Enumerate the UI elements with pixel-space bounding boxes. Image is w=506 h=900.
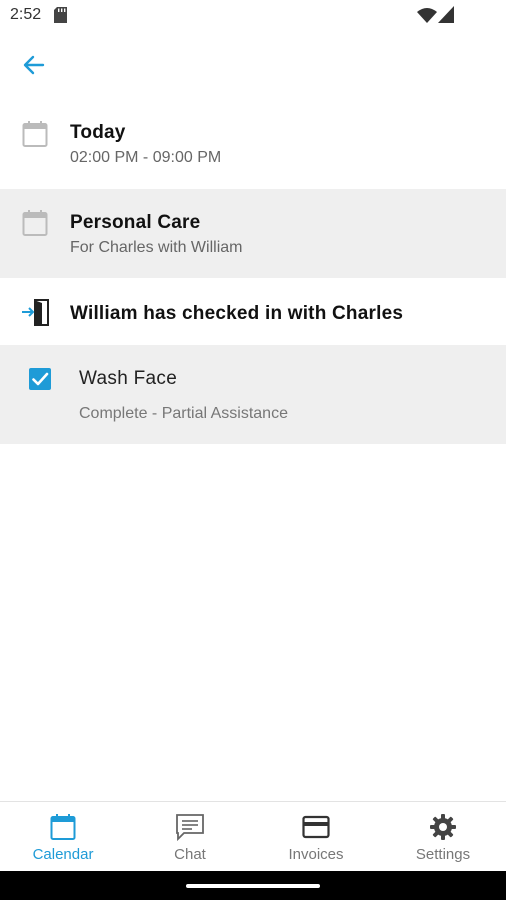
nav-item-invoices[interactable]: Invoices <box>253 802 379 872</box>
calendar-icon <box>22 210 48 236</box>
credit-card-icon <box>302 815 330 839</box>
sd-card-icon <box>54 7 67 23</box>
signal-icon <box>438 6 454 23</box>
nav-item-settings[interactable]: Settings <box>380 802 506 872</box>
calendar-icon <box>22 121 48 147</box>
gesture-bar <box>0 871 506 900</box>
checkmark-icon <box>32 372 49 386</box>
nav-item-chat[interactable]: Chat <box>127 802 253 872</box>
back-button[interactable] <box>18 49 50 81</box>
checkin-text: William has checked in with Charles <box>70 303 404 324</box>
nav-item-calendar[interactable]: Calendar <box>0 802 126 872</box>
schedule-title: Today <box>70 122 126 143</box>
schedule-row: Today 02:00 PM - 09:00 PM <box>0 110 506 188</box>
task-row[interactable] <box>0 345 506 444</box>
visit-subtitle: For Charles with William <box>70 239 243 256</box>
nav-label-invoices: Invoices <box>288 846 344 863</box>
wifi-icon <box>417 8 437 23</box>
checkin-row: William has checked in with Charles <box>0 279 506 345</box>
calendar-icon <box>50 814 76 840</box>
nav-label-settings: Settings <box>415 846 471 863</box>
visit-row[interactable]: Personal Care For Charles with William <box>0 189 506 278</box>
schedule-time-range: 02:00 PM - 09:00 PM <box>70 149 222 166</box>
status-bar: 2:52 <box>0 0 506 32</box>
task-status: Complete - Partial Assistance <box>79 405 288 422</box>
status-time: 2:52 <box>10 6 42 23</box>
door-enter-icon <box>22 299 49 326</box>
chat-icon <box>176 814 204 842</box>
home-gesture-handle[interactable] <box>186 884 320 888</box>
bottom-nav: Calendar Chat Invoices Settings <box>0 801 506 872</box>
gear-icon <box>430 814 456 840</box>
nav-label-chat: Chat <box>174 846 206 863</box>
task-checkbox[interactable] <box>29 368 51 390</box>
task-title: Wash Face <box>79 368 178 389</box>
nav-label-calendar: Calendar <box>32 846 94 863</box>
visit-title: Personal Care <box>70 212 201 233</box>
arrow-left-icon <box>23 55 45 75</box>
